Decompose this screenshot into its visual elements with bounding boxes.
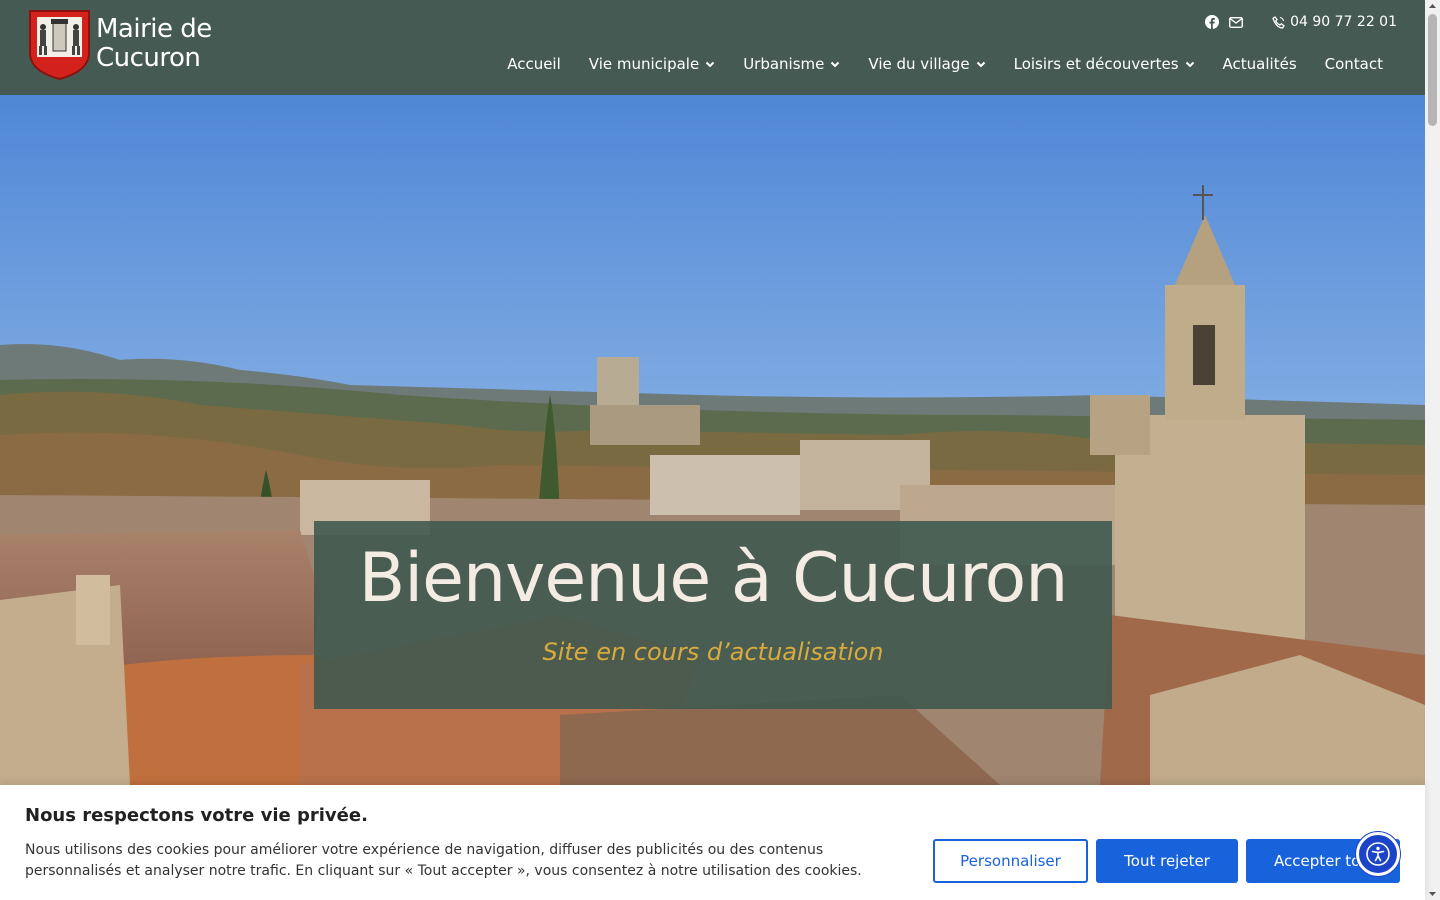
customize-button[interactable]: Personnaliser xyxy=(933,839,1088,883)
hero-title: Bienvenue à Cucuron xyxy=(358,539,1069,618)
nav-label: Accueil xyxy=(507,55,561,73)
logo-line-1: Mairie de xyxy=(96,14,212,44)
accessibility-icon xyxy=(1366,842,1390,866)
scroll-up-arrow-icon[interactable] xyxy=(1428,2,1437,11)
chevron-down-icon xyxy=(1185,61,1194,68)
chevron-down-icon xyxy=(705,61,715,68)
logo-text: Mairie de Cucuron xyxy=(96,15,212,73)
cookie-consent-banner: Nous respectons votre vie privée. Nous u… xyxy=(0,785,1425,900)
nav-label: Actualités xyxy=(1222,55,1297,73)
hero-banner: Bienvenue à Cucuron Site en cours d’actu… xyxy=(314,521,1112,709)
nav-item-loisirs[interactable]: Loisirs et découvertes xyxy=(1014,55,1195,73)
main-nav: Accueil Vie municipale Urbanisme Vie du … xyxy=(507,55,1383,73)
phone-link[interactable]: 04 90 77 22 01 xyxy=(1270,14,1397,30)
site-logo[interactable]: Mairie de Cucuron xyxy=(28,9,212,81)
facebook-icon[interactable] xyxy=(1204,14,1220,30)
cookie-title: Nous respectons votre vie privée. xyxy=(25,805,368,826)
scroll-down-arrow-icon[interactable] xyxy=(1428,889,1437,898)
phone-number: 04 90 77 22 01 xyxy=(1290,14,1397,30)
header-topbar: 04 90 77 22 01 xyxy=(1204,14,1397,30)
nav-item-vie-du-village[interactable]: Vie du village xyxy=(868,55,985,73)
coat-of-arms-icon xyxy=(29,10,90,81)
nav-item-urbanisme[interactable]: Urbanisme xyxy=(743,55,840,73)
cookie-description: Nous utilisons des cookies pour améliore… xyxy=(25,842,862,879)
nav-item-actualites[interactable]: Actualités xyxy=(1223,55,1297,73)
nav-item-vie-municipale[interactable]: Vie municipale xyxy=(589,55,715,73)
logo-line-2: Cucuron xyxy=(96,43,201,73)
nav-label: Vie du village xyxy=(868,55,970,73)
reject-all-button[interactable]: Tout rejeter xyxy=(1096,839,1238,883)
phone-icon xyxy=(1270,14,1286,30)
chevron-down-icon xyxy=(831,61,840,68)
nav-label: Urbanisme xyxy=(743,55,825,73)
chevron-down-icon xyxy=(976,61,985,68)
page-scrollbar[interactable] xyxy=(1425,0,1440,900)
envelope-icon[interactable] xyxy=(1228,14,1244,30)
scrollbar-thumb[interactable] xyxy=(1428,14,1437,126)
hero-subtitle: Site en cours d’actualisation xyxy=(542,638,884,666)
site-header: Mairie de Cucuron 04 90 77 22 01 Accueil… xyxy=(0,0,1425,95)
accessibility-button[interactable] xyxy=(1356,832,1400,876)
nav-item-accueil[interactable]: Accueil xyxy=(507,55,561,73)
hero-section: Bienvenue à Cucuron Site en cours d’actu… xyxy=(0,95,1425,785)
nav-item-contact[interactable]: Contact xyxy=(1325,55,1383,73)
nav-label: Contact xyxy=(1324,55,1383,73)
nav-label: Vie municipale xyxy=(588,55,700,73)
nav-label: Loisirs et découvertes xyxy=(1013,55,1179,73)
